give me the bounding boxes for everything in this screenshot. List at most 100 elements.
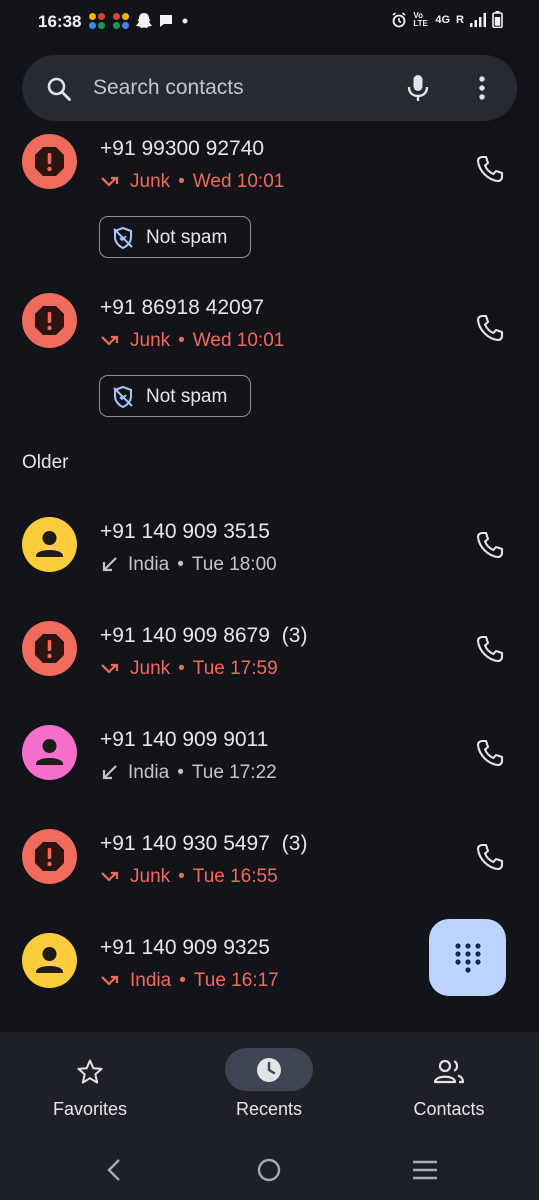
contact-avatar xyxy=(22,933,77,988)
separator: • xyxy=(178,330,185,351)
system-navigation-bar xyxy=(0,1140,539,1200)
person-icon xyxy=(36,531,63,557)
status-time: 16:38 xyxy=(38,12,82,31)
caller-number: +91 140 930 5497 (3) xyxy=(100,832,307,856)
tab-label: Favorites xyxy=(52,1099,128,1119)
missed-call-icon xyxy=(101,663,119,674)
status-system-icons: Vo LTE 4G R xyxy=(391,11,503,28)
search-input[interactable]: Search contacts xyxy=(93,76,244,100)
spam-avatar xyxy=(22,621,77,676)
tab-label: Recents xyxy=(235,1099,303,1119)
caller-number: +91 140 909 8679 (3) xyxy=(100,624,307,648)
clock-icon xyxy=(257,1058,281,1082)
incoming-call-icon xyxy=(102,557,117,572)
tab-favorites[interactable]: Favorites xyxy=(0,1032,180,1140)
call-row[interactable]: +91 86918 42097 Junk • Wed 10:01 xyxy=(0,289,539,389)
missed-call-icon xyxy=(101,335,119,346)
call-details: India • Tue 17:22 xyxy=(100,762,277,784)
call-details: Junk • Wed 10:01 xyxy=(100,171,284,193)
phone-icon[interactable] xyxy=(475,530,505,560)
call-label: India xyxy=(128,762,170,783)
call-details: India • Tue 18:00 xyxy=(100,554,277,576)
caller-number: +91 140 909 9011 xyxy=(100,728,269,751)
call-row[interactable]: +91 140 930 5497 (3) Junk • Tue 16:55 xyxy=(0,826,539,926)
call-label: India xyxy=(130,970,172,991)
dialpad-button[interactable] xyxy=(429,919,506,996)
person-icon xyxy=(36,947,63,973)
spam-avatar xyxy=(22,134,77,189)
caller-number-text: +91 140 909 8679 xyxy=(100,624,270,647)
call-time: Tue 16:55 xyxy=(192,866,278,887)
call-details: Junk • Tue 16:55 xyxy=(100,866,278,888)
person-icon xyxy=(36,739,63,765)
contact-avatar xyxy=(22,517,77,572)
separator: • xyxy=(177,554,184,575)
not-spam-label: Not spam xyxy=(146,227,228,248)
tab-recents[interactable]: Recents xyxy=(179,1032,359,1140)
back-icon[interactable] xyxy=(103,1158,125,1182)
network-label: 4G xyxy=(435,13,451,26)
tab-label: Contacts xyxy=(413,1099,485,1119)
spam-avatar xyxy=(22,293,77,348)
roaming-label: R xyxy=(456,13,464,26)
spam-warning-icon xyxy=(35,147,64,176)
tab-contacts[interactable]: Contacts xyxy=(359,1032,539,1140)
spam-warning-icon xyxy=(35,842,64,871)
call-details: India • Tue 16:17 xyxy=(100,970,279,992)
search-bar[interactable]: Search contacts xyxy=(22,55,517,121)
phone-icon[interactable] xyxy=(475,154,505,184)
separator: • xyxy=(178,658,185,679)
call-label: Junk xyxy=(130,866,171,887)
call-time: Wed 10:01 xyxy=(192,330,285,351)
separator: • xyxy=(179,970,186,991)
call-count: (3) xyxy=(281,832,308,855)
recent-apps-icon[interactable] xyxy=(412,1158,438,1182)
snapchat-icon xyxy=(136,13,152,28)
not-spam-shield-icon xyxy=(113,385,133,409)
spam-warning-icon xyxy=(35,634,64,663)
call-row[interactable]: +91 140 909 8679 (3) Junk • Tue 17:59 xyxy=(0,618,539,718)
call-row[interactable]: +91 140 909 3515 India • Tue 18:00 xyxy=(0,514,539,614)
call-details: Junk • Wed 10:01 xyxy=(100,330,284,352)
not-spam-button[interactable]: Not spam xyxy=(99,216,251,258)
separator: • xyxy=(177,762,184,783)
call-details: Junk • Tue 17:59 xyxy=(100,658,278,680)
caller-number-text: +91 140 930 5497 xyxy=(100,832,270,855)
dialpad-icon xyxy=(455,943,481,973)
separator: • xyxy=(178,171,185,192)
separator: • xyxy=(178,866,185,887)
incoming-call-icon xyxy=(102,765,117,780)
call-row[interactable]: +91 99300 92740 Junk • Wed 10:01 xyxy=(0,130,539,230)
phone-icon[interactable] xyxy=(475,313,505,343)
not-spam-button[interactable]: Not spam xyxy=(99,375,251,417)
call-label: Junk xyxy=(130,658,171,679)
call-count: (3) xyxy=(281,624,308,647)
call-label: Junk xyxy=(130,171,171,192)
not-spam-shield-icon xyxy=(113,226,133,250)
search-icon xyxy=(47,77,71,101)
more-options-icon[interactable] xyxy=(470,72,494,104)
phone-icon[interactable] xyxy=(475,634,505,664)
not-spam-label: Not spam xyxy=(146,386,228,407)
call-label: India xyxy=(128,554,170,575)
call-row[interactable]: +91 140 909 9011 India • Tue 17:22 xyxy=(0,722,539,822)
phone-icon[interactable] xyxy=(475,842,505,872)
home-icon[interactable] xyxy=(257,1158,281,1182)
contact-avatar xyxy=(22,725,77,780)
people-icon xyxy=(433,1059,465,1084)
volte-label: Vo LTE xyxy=(413,10,428,28)
missed-call-icon xyxy=(101,975,119,986)
missed-call-icon xyxy=(101,871,119,882)
call-label: Junk xyxy=(130,330,171,351)
call-time: Tue 17:22 xyxy=(191,762,277,783)
battery-icon xyxy=(492,11,503,28)
phone-icon[interactable] xyxy=(475,738,505,768)
caller-number: +91 140 909 3515 xyxy=(100,520,270,543)
call-time: Tue 17:59 xyxy=(192,658,278,679)
star-icon xyxy=(77,1059,103,1084)
mic-icon[interactable] xyxy=(402,72,434,104)
app-grid-icon xyxy=(89,13,105,29)
call-time: Wed 10:01 xyxy=(192,171,285,192)
alarm-icon xyxy=(392,11,406,27)
bottom-navigation: Favorites Recents Contacts xyxy=(0,1032,539,1140)
